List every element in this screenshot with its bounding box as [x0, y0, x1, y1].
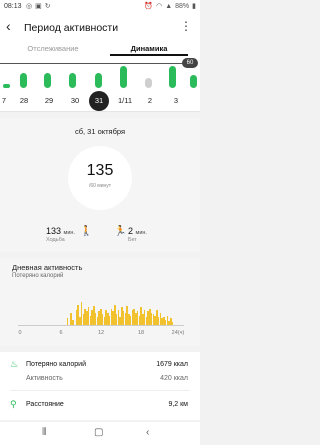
daily-activity-title: Дневная активность	[12, 263, 83, 272]
calories-value: 1679 ккал	[156, 361, 188, 368]
calories-label: Потеряно калорий	[26, 361, 86, 368]
image-icon: ▣	[35, 3, 42, 10]
goal-badge: 60	[182, 58, 198, 68]
status-bar: 08:13 ◎ ▣ ↻ ⏰ ◠ ▲ 88% ▮	[0, 0, 200, 14]
date-item[interactable]: 1/11	[114, 96, 136, 105]
activity-total-unit: /60 минут	[88, 183, 112, 189]
running-label: Бег	[128, 237, 137, 243]
walking-value: 133	[46, 226, 62, 236]
date-item[interactable]: 29	[38, 96, 60, 105]
date-strip[interactable]: 7 28 29 30 31 1/11 2 3	[0, 88, 200, 112]
status-time: 08:13	[4, 3, 22, 10]
notification-icons: ◎ ▣ ↻	[26, 2, 51, 12]
x-tick: 0	[18, 330, 22, 336]
running-value: 2	[128, 226, 134, 236]
more-options-icon[interactable]: ⋮	[180, 19, 192, 33]
date-item[interactable]: 3	[165, 96, 187, 105]
week-bar[interactable]	[190, 75, 197, 88]
tab-dynamics[interactable]: Динамика	[104, 44, 194, 53]
week-bar[interactable]	[44, 73, 51, 88]
running-icon: 🏃	[114, 226, 127, 237]
daily-activity-subtitle: Потеряно калорий	[12, 273, 64, 279]
chart-baseline	[18, 325, 184, 326]
x-tick: 18	[137, 330, 145, 336]
date-item[interactable]: 28	[13, 96, 35, 105]
signal-icon: ▲	[165, 3, 173, 10]
activity-calories-value: 420 ккал	[160, 375, 188, 382]
week-bar[interactable]	[20, 73, 27, 88]
activity-total-value: 135	[86, 162, 114, 179]
week-bar[interactable]	[69, 73, 76, 88]
week-bar[interactable]	[95, 73, 102, 88]
distance-value: 9,2 км	[168, 401, 188, 408]
battery-text: 88%	[175, 3, 190, 10]
walking-icon: 🚶	[80, 226, 93, 237]
activity-bar	[72, 320, 74, 325]
summary-date: сб, 31 октября	[74, 127, 126, 136]
details-list: ♨ Потеряно калорий 1679 ккал Активность …	[0, 352, 200, 420]
activity-bar	[66, 318, 69, 325]
alarm-icon: ⏰	[144, 3, 154, 10]
home-icon[interactable]: ▢	[94, 426, 103, 440]
page-title: Период активности	[24, 22, 119, 34]
back-nav-icon[interactable]: ‹	[146, 426, 149, 440]
whatsapp-icon: ◎	[26, 3, 33, 10]
walking-label: Ходьба	[46, 237, 65, 243]
walking-unit: мин.	[63, 230, 75, 236]
walking-stat: 133 мин. Ходьба	[46, 226, 75, 243]
daily-activity-card: Дневная активность Потеряно калорий 0 6 …	[0, 258, 200, 346]
activity-calories-row: Активность 420 ккал	[0, 372, 200, 388]
daily-activity-chart	[18, 298, 184, 326]
system-nav-bar: ⦀ ▢ ‹	[0, 422, 200, 445]
distance-row[interactable]: ⚲ Расстояние 9,2 км	[0, 398, 200, 414]
activity-bar	[171, 322, 174, 325]
system-icons: ⏰ ◠ ▲ 88% ▮	[144, 2, 196, 12]
weekly-bars[interactable]: 60	[0, 56, 200, 88]
battery-icon: ▮	[192, 3, 196, 10]
activity-calories-label: Активность	[26, 375, 63, 382]
running-unit: мин.	[135, 230, 147, 236]
date-item[interactable]: 30	[64, 96, 86, 105]
back-arrow-icon[interactable]: ‹	[6, 19, 11, 33]
tab-bar: Отслеживание Динамика	[0, 40, 200, 56]
divider	[10, 390, 190, 391]
wifi-icon: ◠	[156, 3, 163, 10]
week-bar[interactable]	[145, 78, 152, 88]
x-tick: 24(ч)	[171, 330, 185, 336]
date-selected[interactable]: 31	[89, 91, 109, 111]
x-tick: 12	[97, 330, 105, 336]
week-bar[interactable]	[169, 66, 176, 88]
distance-label: Расстояние	[26, 401, 64, 408]
tab-tracking[interactable]: Отслеживание	[8, 44, 98, 53]
running-stat: 2 мин. Бег	[128, 226, 147, 243]
recent-apps-icon[interactable]: ⦀	[42, 426, 46, 440]
summary-card: сб, 31 октября 135 /60 минут 133 мин. Хо…	[0, 118, 200, 252]
location-pin-icon: ⚲	[10, 399, 17, 409]
date-item[interactable]: 2	[139, 96, 161, 105]
x-tick: 6	[59, 330, 63, 336]
sync-icon: ↻	[44, 3, 51, 10]
week-bar[interactable]	[120, 66, 127, 88]
flame-icon: ♨	[10, 359, 19, 369]
activity-total-circle: 135 /60 минут	[68, 146, 132, 210]
goal-line	[0, 63, 184, 64]
app-bar: ‹ Период активности ⋮	[0, 14, 200, 40]
